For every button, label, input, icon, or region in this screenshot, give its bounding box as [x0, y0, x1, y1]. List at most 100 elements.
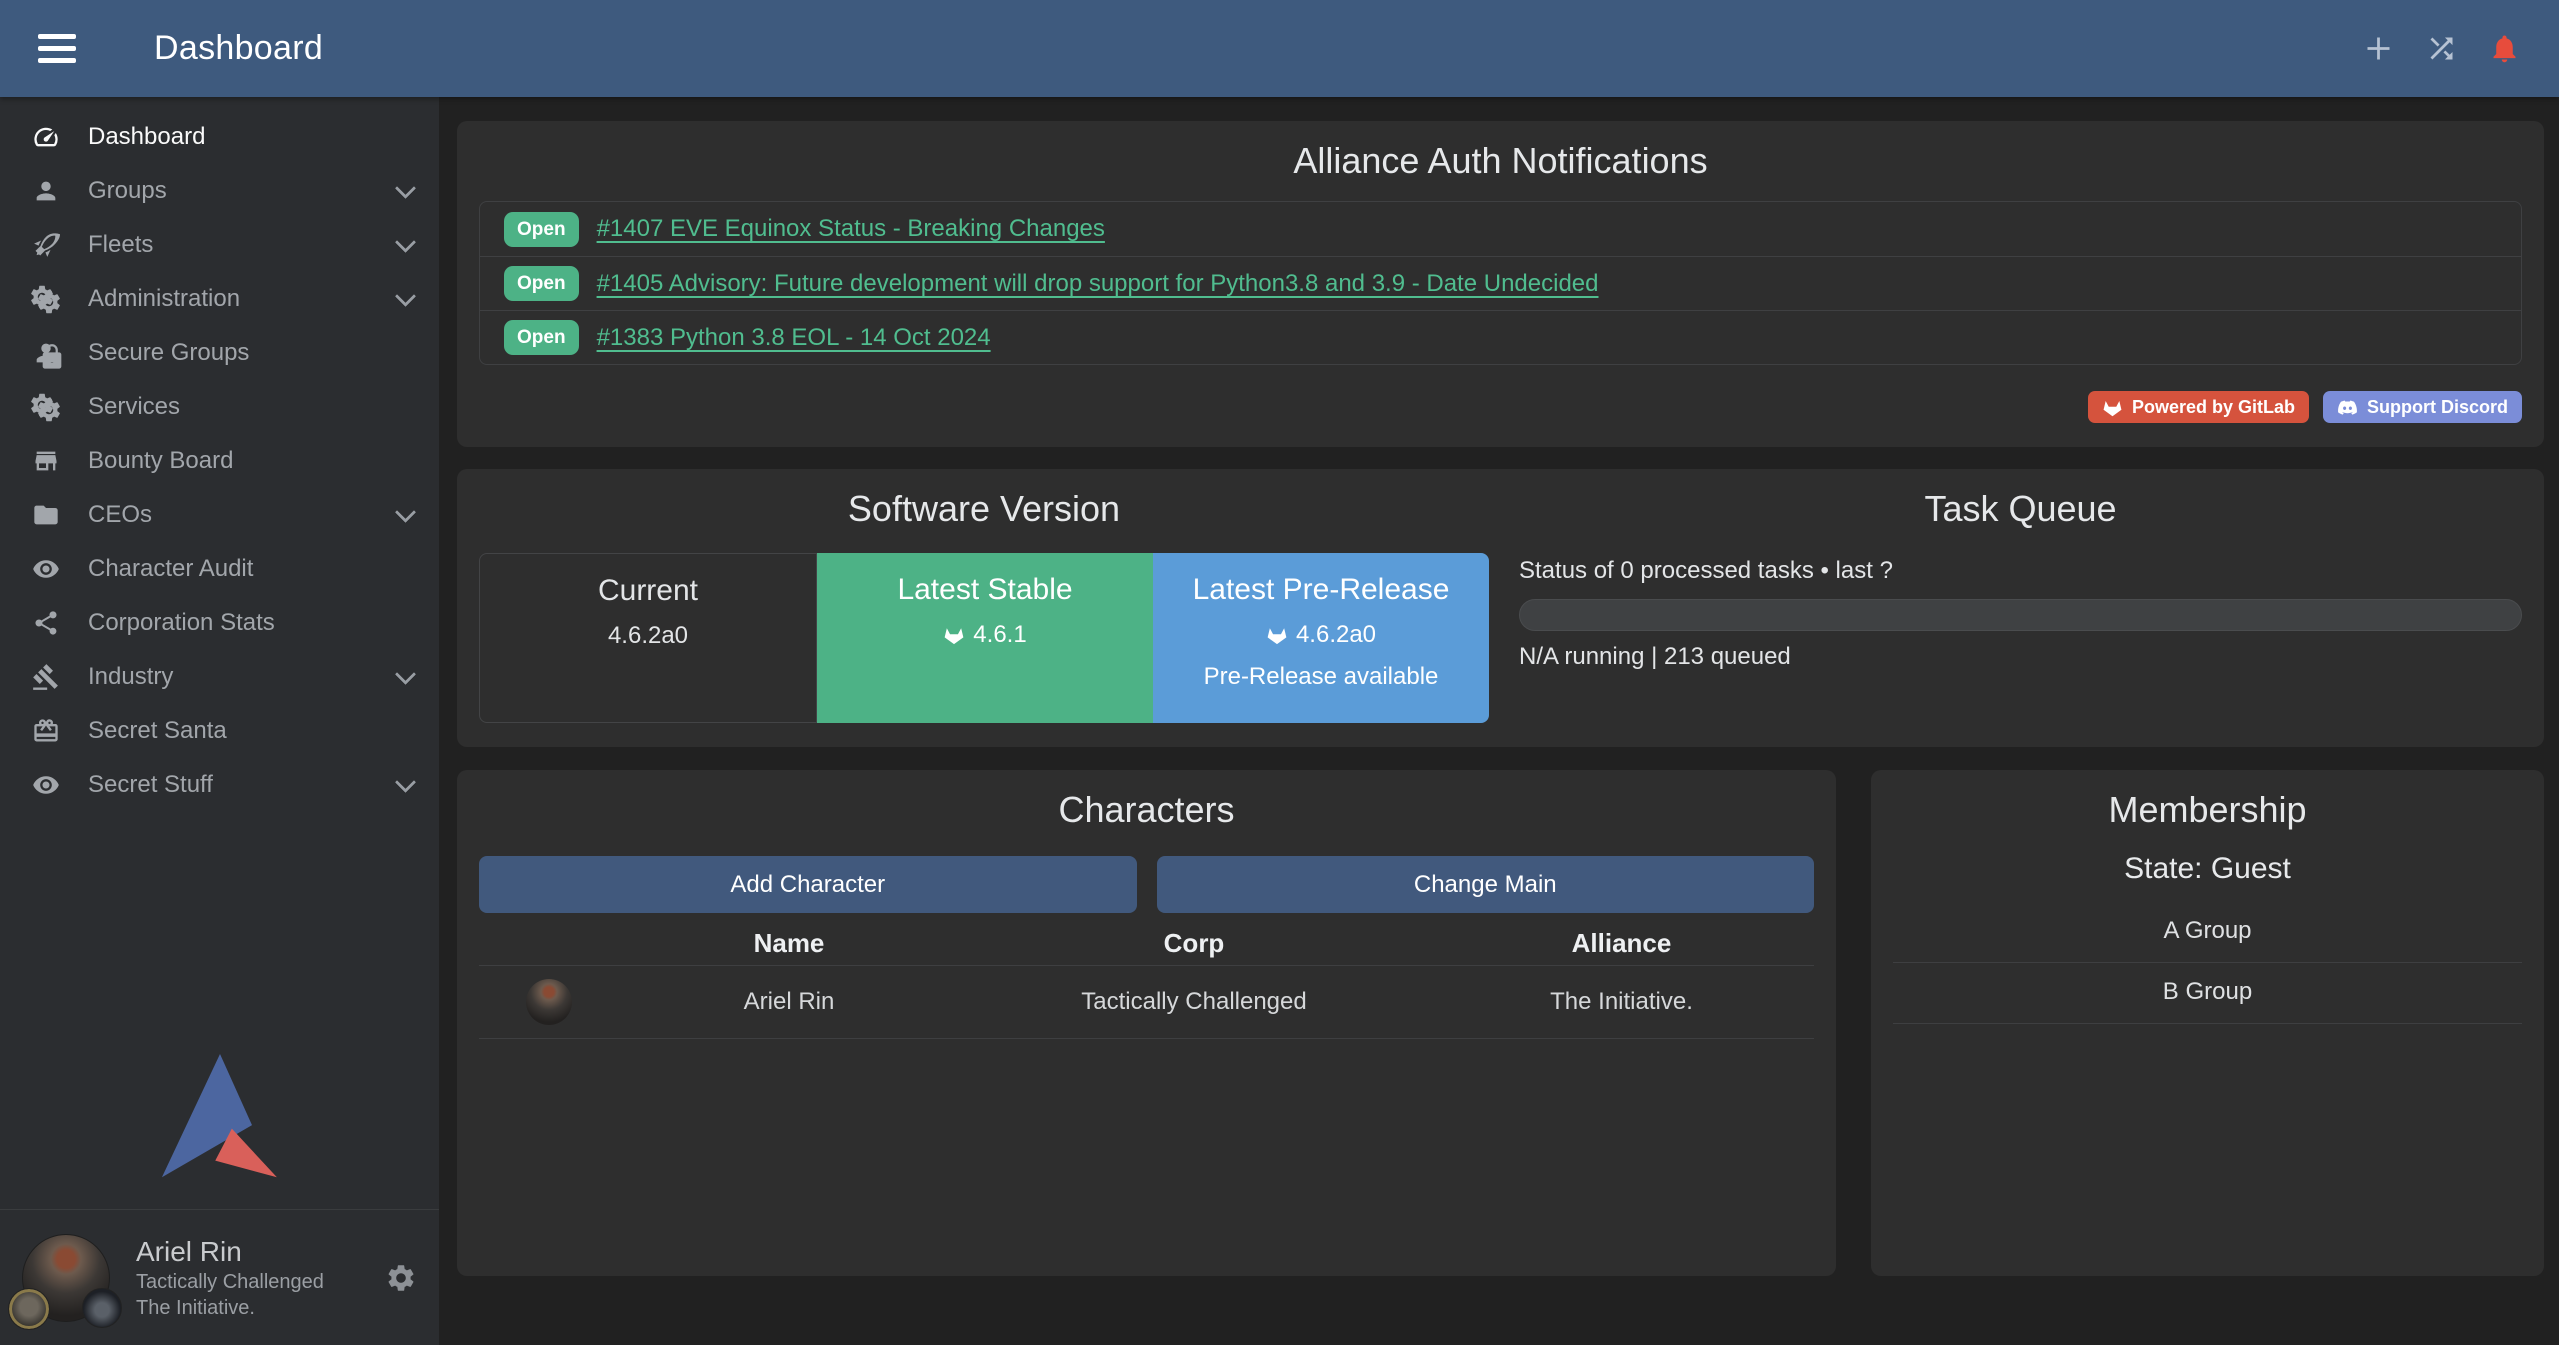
sidebar-item-administration[interactable]: Administration	[0, 272, 439, 326]
tachometer-icon	[28, 121, 64, 153]
sidebar-item-secret-stuff[interactable]: Secret Stuff	[0, 758, 439, 812]
chevron-down-icon	[395, 286, 416, 307]
task-queue-title: Task Queue	[1519, 489, 2522, 529]
user-avatar	[22, 1234, 110, 1322]
task-queue-progress-bar	[1519, 599, 2522, 631]
characters-table-header: Name Corp Alliance	[479, 923, 1814, 965]
membership-title: Membership	[1893, 790, 2522, 830]
version-stable-box: Latest Stable 4.6.1	[817, 553, 1153, 723]
hammer-icon	[28, 661, 64, 693]
character-name: Ariel Rin	[619, 965, 959, 1038]
sidebar-item-character-audit[interactable]: Character Audit	[0, 542, 439, 596]
support-discord-badge[interactable]: Support Discord	[2323, 391, 2522, 423]
membership-state: State: Guest	[1893, 852, 2522, 886]
sidebar-item-label: Corporation Stats	[88, 609, 275, 637]
add-icon[interactable]	[2362, 32, 2395, 65]
chevron-down-icon	[395, 772, 416, 793]
gifts-icon	[28, 715, 64, 747]
top-navbar: Dashboard	[0, 0, 2559, 97]
user-panel[interactable]: Ariel Rin Tactically Challenged The Init…	[0, 1209, 439, 1345]
version-stable-label: Latest Stable	[817, 571, 1153, 609]
notification-link[interactable]: #1407 EVE Equinox Status - Breaking Chan…	[597, 215, 1105, 243]
header-corp: Corp	[959, 923, 1429, 965]
sidebar-item-label: Administration	[88, 285, 240, 313]
characters-table: Name Corp Alliance Ariel Rin Tactically …	[479, 923, 1814, 1039]
store-icon	[28, 445, 64, 477]
version-stable-value: 4.6.1	[817, 621, 1153, 649]
version-prerelease-label: Latest Pre-Release	[1153, 571, 1489, 609]
header-alliance: Alliance	[1429, 923, 1814, 965]
sidebar-item-bounty-board[interactable]: Bounty Board	[0, 434, 439, 488]
navbar-actions	[2362, 32, 2521, 65]
characters-title: Characters	[479, 790, 1814, 830]
sidebar-item-services[interactable]: Services	[0, 380, 439, 434]
sidebar-item-ceos[interactable]: CEOs	[0, 488, 439, 542]
gitlab-icon	[943, 624, 965, 646]
version-current-value: 4.6.2a0	[480, 622, 816, 650]
group-item: A Group	[1893, 902, 2522, 963]
version-current-box: Current 4.6.2a0	[479, 553, 817, 723]
sidebar-item-dashboard[interactable]: Dashboard	[0, 110, 439, 164]
software-version-title: Software Version	[479, 489, 1489, 529]
notification-row: Open #1407 EVE Equinox Status - Breaking…	[480, 202, 2521, 256]
gears-icon	[28, 391, 64, 423]
notification-row: Open #1405 Advisory: Future development …	[480, 256, 2521, 310]
hamburger-menu-icon[interactable]	[38, 34, 76, 63]
user-lock-icon	[28, 337, 64, 369]
version-prerelease-box: Latest Pre-Release 4.6.2a0 Pre-Release a…	[1153, 553, 1489, 723]
corporation-logo	[8, 1288, 50, 1330]
task-queue-counts: N/A running | 213 queued	[1519, 643, 2522, 671]
character-portrait-thumb	[526, 979, 572, 1025]
software-taskqueue-panel: Software Version Current 4.6.2a0 Latest …	[457, 469, 2544, 747]
prerelease-note: Pre-Release available	[1153, 663, 1489, 691]
settings-gear-icon[interactable]	[385, 1262, 417, 1294]
user-alliance: The Initiative.	[136, 1295, 324, 1321]
sidebar-item-corporation-stats[interactable]: Corporation Stats	[0, 596, 439, 650]
character-alliance: The Initiative.	[1429, 965, 1814, 1038]
notification-link[interactable]: #1405 Advisory: Future development will …	[597, 270, 1599, 298]
sidebar-item-fleets[interactable]: Fleets	[0, 218, 439, 272]
share-nodes-icon	[28, 607, 64, 639]
sidebar: Dashboard Groups Fleets Administration	[0, 97, 439, 1345]
powered-by-gitlab-badge[interactable]: Powered by GitLab	[2088, 391, 2309, 423]
sidebar-item-label: Fleets	[88, 231, 153, 259]
status-badge: Open	[504, 266, 579, 301]
notifications-bell-icon[interactable]	[2488, 32, 2521, 65]
user-name: Ariel Rin	[136, 1235, 324, 1269]
sidebar-item-label: Secret Santa	[88, 717, 227, 745]
sidebar-item-secret-santa[interactable]: Secret Santa	[0, 704, 439, 758]
membership-group-list: A Group B Group	[1893, 902, 2522, 1024]
characters-panel: Characters Add Character Change Main Nam…	[457, 770, 1836, 1276]
membership-panel: Membership State: Guest A Group B Group	[1871, 770, 2544, 1276]
gears-icon	[28, 283, 64, 315]
chevron-down-icon	[395, 502, 416, 523]
alliance-auth-logo	[160, 1054, 280, 1182]
rocket-icon	[28, 229, 64, 261]
sidebar-item-label: Secret Stuff	[88, 771, 213, 799]
sidebar-item-secure-groups[interactable]: Secure Groups	[0, 326, 439, 380]
notifications-panel: Alliance Auth Notifications Open #1407 E…	[457, 121, 2544, 447]
sidebar-item-label: CEOs	[88, 501, 152, 529]
chevron-down-icon	[395, 232, 416, 253]
eye-icon	[28, 553, 64, 585]
chevron-down-icon	[395, 664, 416, 685]
add-character-button[interactable]: Add Character	[479, 856, 1137, 913]
folder-icon	[28, 499, 64, 531]
sidebar-item-label: Services	[88, 393, 180, 421]
sidebar-item-label: Industry	[88, 663, 173, 691]
notifications-list: Open #1407 EVE Equinox Status - Breaking…	[479, 201, 2522, 365]
user-corporation: Tactically Challenged	[136, 1269, 324, 1295]
change-main-button[interactable]: Change Main	[1157, 856, 1815, 913]
notification-link[interactable]: #1383 Python 3.8 EOL - 14 Oct 2024	[597, 324, 991, 352]
sidebar-item-groups[interactable]: Groups	[0, 164, 439, 218]
eye-icon	[28, 769, 64, 801]
gitlab-icon	[2102, 397, 2123, 418]
sidebar-item-label: Bounty Board	[88, 447, 233, 475]
software-version-section: Software Version Current 4.6.2a0 Latest …	[479, 489, 1489, 723]
shuffle-icon[interactable]	[2425, 32, 2458, 65]
sidebar-item-industry[interactable]: Industry	[0, 650, 439, 704]
version-current-label: Current	[480, 572, 816, 610]
status-badge: Open	[504, 320, 579, 355]
discord-icon	[2337, 397, 2358, 418]
sidebar-item-label: Dashboard	[88, 123, 205, 151]
